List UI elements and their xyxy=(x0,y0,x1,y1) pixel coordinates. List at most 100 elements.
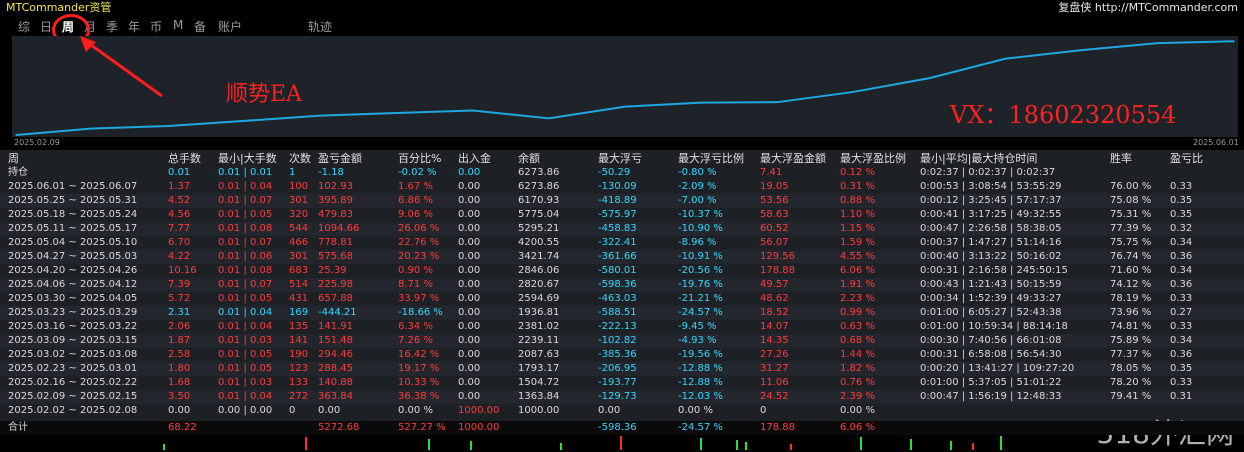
chart-start-date: 2025.02.09 xyxy=(14,138,60,147)
table-cell: -580.01 xyxy=(598,265,637,276)
table-cell: 74.81 % xyxy=(1110,321,1152,332)
indicator-tick xyxy=(560,443,562,450)
table-cell: 1.15 % xyxy=(840,223,875,234)
equity-point-11 xyxy=(852,91,855,93)
header-cell: 盈亏比 xyxy=(1170,152,1203,165)
table-cell: 74.12 % xyxy=(1110,279,1152,290)
table-row: 2025.05.11 ~ 2025.05.17 7.77 0.01 | 0.08 54… xyxy=(0,222,1244,236)
brand-link[interactable]: 复盘侠 http://MTCommander.com xyxy=(1058,0,1238,15)
total-cell: 6.06 % xyxy=(840,422,875,433)
table-cell: 8.71 % xyxy=(398,279,433,290)
indicator-tick xyxy=(305,437,307,450)
header-cell: 最大浮盈金额 xyxy=(760,152,826,165)
table-cell: 18.52 xyxy=(760,307,789,318)
table-row: 2025.04.06 ~ 2025.04.12 7.39 0.01 | 0.07 51… xyxy=(0,278,1244,292)
holding-cell: 0.00 xyxy=(458,167,481,178)
table-row: 2025.02.09 ~ 2025.02.15 3.50 0.01 | 0.04 27… xyxy=(0,390,1244,404)
annotation-ea: 顺势EA xyxy=(226,82,302,107)
holding-label: 持仓 xyxy=(8,167,28,178)
table-cell: 79.41 % xyxy=(1110,391,1152,402)
table-cell: 25.39 xyxy=(318,265,347,276)
table-cell: 0.32 xyxy=(1170,223,1193,234)
table-cell: 1793.17 xyxy=(518,363,560,374)
table-cell: 0.01 | 0.05 xyxy=(218,293,273,304)
equity-point-1 xyxy=(91,127,93,130)
table-cell: 0:00:31 | 2:16:58 | 245:50:15 xyxy=(920,265,1068,276)
table-cell: 123 xyxy=(289,363,309,374)
table-row: 2025.03.09 ~ 2025.03.15 1.87 0.01 | 0.03 14… xyxy=(0,334,1244,348)
table-row: 2025.04.27 ~ 2025.05.03 4.22 0.01 | 0.06 30… xyxy=(0,250,1244,264)
table-cell: -418.89 xyxy=(598,195,637,206)
table-cell: 0:01:00 | 6:05:27 | 52:43:38 xyxy=(920,307,1062,318)
table-cell: 0.00 xyxy=(458,391,481,402)
table-cell: -8.96 % xyxy=(678,237,717,248)
table-cell: 1000.00 xyxy=(458,405,500,416)
table-cell: 2025.03.23 ~ 2025.03.29 xyxy=(8,307,138,318)
equity-point-10 xyxy=(776,101,779,103)
table-cell: 6.06 % xyxy=(840,265,875,276)
table-cell: 0.00 % xyxy=(398,405,433,416)
tab-0[interactable]: 综 xyxy=(18,18,30,35)
table-cell: 75.31 % xyxy=(1110,209,1152,220)
table-cell: 1.87 xyxy=(168,335,191,346)
table-cell: 0.01 | 0.03 xyxy=(218,335,273,346)
tab-8[interactable]: 备 xyxy=(194,18,206,35)
holding-cell: -50.29 xyxy=(598,167,631,178)
table-cell: 33.97 % xyxy=(398,293,440,304)
table-cell: 0.99 % xyxy=(840,307,875,318)
app-title: MTCommander资管 xyxy=(6,1,112,14)
holding-cell: 0:02:37 | 0:02:37 | 0:02:37 xyxy=(920,167,1056,178)
holding-cell: -1.18 xyxy=(318,167,344,178)
table-cell: -463.03 xyxy=(598,293,637,304)
table-cell: 0.00 xyxy=(458,181,481,192)
table-cell: 4.22 xyxy=(168,251,191,262)
table-cell: 2820.67 xyxy=(518,279,560,290)
table-cell: 0.00 | 0.00 xyxy=(218,405,273,416)
table-cell: 2025.03.09 ~ 2025.03.15 xyxy=(8,335,138,346)
table-cell: 0.01 | 0.08 xyxy=(218,223,273,234)
table-cell: 7.26 % xyxy=(398,335,433,346)
table-cell: 288.45 xyxy=(318,363,353,374)
table-cell: 0:00:47 | 1:56:19 | 12:48:33 xyxy=(920,391,1062,402)
table-cell: 0.33 xyxy=(1170,321,1193,332)
table-cell: 78.19 % xyxy=(1110,293,1152,304)
table-cell: 225.98 xyxy=(318,279,353,290)
table-cell: 0.36 xyxy=(1170,251,1193,262)
holding-cell: -0.02 % xyxy=(398,167,437,178)
header-cell: 盈亏金额 xyxy=(318,152,362,165)
table-cell: 10.33 % xyxy=(398,377,440,388)
table-cell: -129.73 xyxy=(598,391,637,402)
table-cell: 6170.93 xyxy=(518,195,560,206)
table-cell: 6.34 % xyxy=(398,321,433,332)
table-cell: 2.58 xyxy=(168,349,191,360)
table-cell: 2.31 xyxy=(168,307,191,318)
table-cell: 0.35 xyxy=(1170,209,1193,220)
table-cell: 53.56 xyxy=(760,195,789,206)
table-cell: 151.48 xyxy=(318,335,353,346)
equity-point-6 xyxy=(471,109,474,112)
table-cell: 778.81 xyxy=(318,237,353,248)
annotation-arrow xyxy=(80,36,163,98)
tab-1[interactable]: 日 xyxy=(40,18,52,35)
table-cell: 9.06 % xyxy=(398,209,433,220)
annotation-vx: VX：18602320554 xyxy=(950,101,1177,129)
table-cell: 1.67 % xyxy=(398,181,433,192)
table-cell: 0:00:12 | 3:25:45 | 57:17:37 xyxy=(920,195,1062,206)
table-cell: -575.97 xyxy=(598,209,637,220)
equity-point-8 xyxy=(624,105,626,108)
table-cell: 31.27 xyxy=(760,363,789,374)
table-cell: 1094.66 xyxy=(318,223,360,234)
tab-10[interactable]: 轨迹 xyxy=(308,18,332,35)
table-cell: 7.39 xyxy=(168,279,191,290)
tab-9[interactable]: 账户 xyxy=(218,18,242,35)
table-cell: 73.96 % xyxy=(1110,307,1152,318)
weekly-stats-table: 周 总手数 最小|大手数 次数 盈亏金额 百分比% 出入金 余额 最大浮亏 最大浮亏比例 最大浮盈金… xyxy=(0,150,1244,435)
table-cell: 0:00:53 | 3:08:54 | 53:55:29 xyxy=(920,181,1062,192)
table-cell: -102.82 xyxy=(598,335,637,346)
table-cell: 0:00:41 | 3:17:25 | 49:32:55 xyxy=(920,209,1062,220)
header-cell: 总手数 xyxy=(168,152,201,165)
table-cell: -130.09 xyxy=(598,181,637,192)
holding-row: 持仓 0.01 0.01 | 0.01 1 -1.18 -0.02 % 0.00 6273.8… xyxy=(0,166,1244,180)
table-cell: 2087.63 xyxy=(518,349,560,360)
table-cell: 100 xyxy=(289,181,309,192)
